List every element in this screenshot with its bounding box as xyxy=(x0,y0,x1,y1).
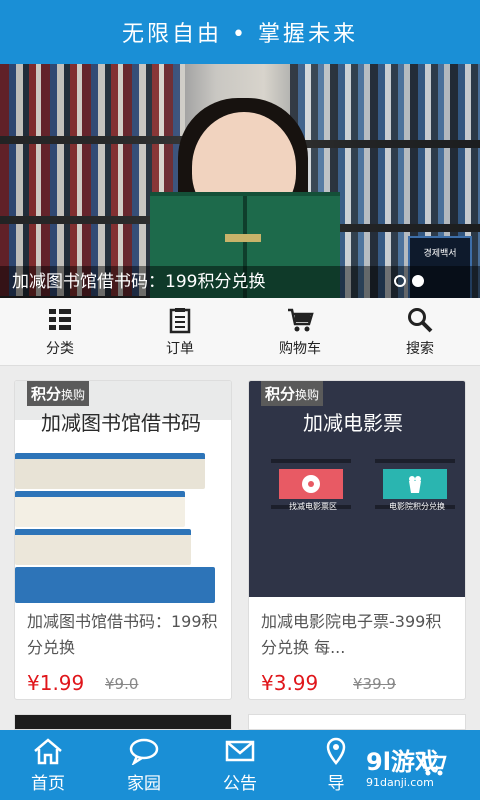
app-header: 无限自由 • 掌握未来 xyxy=(0,0,480,64)
product-image: 加减电影票 找减电影票区 电影院积分兑换 xyxy=(249,381,465,597)
tab-community[interactable]: 家园 xyxy=(96,730,192,800)
product-old-price: ¥9.0 xyxy=(105,675,139,693)
book-stack-layer xyxy=(15,491,185,527)
product-old-price: ¥39.9 xyxy=(353,675,396,693)
product-image: 加减图书馆借书码 xyxy=(15,381,231,603)
category-nav: 分类 订单 购物车 搜索 xyxy=(0,298,480,366)
badge-main: 积分 xyxy=(31,385,62,403)
chat-bubble-icon xyxy=(129,738,159,765)
nav-item-cart[interactable]: 购物车 xyxy=(240,298,360,365)
home-icon xyxy=(34,737,62,764)
book-gold-label xyxy=(225,234,261,242)
badge-sub: 换购 xyxy=(295,388,320,402)
header-title: 无限自由 • 掌握未来 xyxy=(122,22,358,47)
points-badge: 积分换购 xyxy=(261,381,324,406)
film-reel-icon xyxy=(279,469,343,499)
product-price: ¥1.99 xyxy=(27,671,85,695)
tab-home[interactable]: 首页 xyxy=(0,730,96,800)
tab-label: 公告 xyxy=(223,773,257,794)
pagination-dot-active[interactable] xyxy=(412,275,424,287)
grid-list-icon xyxy=(49,308,71,330)
korean-book-title: 경제백서 xyxy=(423,249,457,259)
badge-main: 积分 xyxy=(265,385,296,403)
product-price: ¥3.99 xyxy=(261,671,319,695)
clipboard-icon xyxy=(169,307,191,333)
tab-label: 家园 xyxy=(127,773,161,794)
nav-label: 分类 xyxy=(46,340,74,357)
product-card[interactable]: 加减图书馆借书码 积分换购 加减图书馆借书码：199积分兑换 ¥1.99 ¥9.… xyxy=(14,380,232,700)
points-badge: 积分换购 xyxy=(27,381,90,406)
product-card-peek[interactable] xyxy=(14,714,232,730)
image-title: 加减电影票 xyxy=(303,411,403,435)
tab-announcements[interactable]: 公告 xyxy=(192,730,288,800)
badge-sub: 换购 xyxy=(61,388,86,402)
promo-banner[interactable]: 경제백서 xyxy=(0,64,480,298)
pagination-dot[interactable] xyxy=(394,275,406,287)
nav-label: 搜索 xyxy=(406,340,434,357)
film-strip-right[interactable]: 电影院积分兑换 xyxy=(375,459,455,511)
nav-label: 订单 xyxy=(166,340,194,357)
nav-item-search[interactable]: 搜索 xyxy=(360,298,480,365)
tab-label: 首页 xyxy=(31,773,65,794)
nav-item-category[interactable]: 分类 xyxy=(0,298,120,365)
film-strip-left[interactable]: 找减电影票区 xyxy=(271,459,351,511)
book-stack-layer xyxy=(15,567,215,603)
nav-label: 购物车 xyxy=(279,340,321,357)
product-card[interactable]: 加减电影票 找减电影票区 电影院积分兑换 积分换购 加减电影院电子票-399积分… xyxy=(248,380,466,700)
envelope-icon xyxy=(225,740,255,761)
product-title: 加减电影院电子票-399积分兑换 每... xyxy=(261,612,442,657)
popcorn-icon xyxy=(383,469,447,499)
nav-item-orders[interactable]: 订单 xyxy=(120,298,240,365)
book-stack-layer xyxy=(15,529,191,565)
product-card-peek[interactable] xyxy=(248,714,466,730)
site-watermark: 9l游戏 91danji.com xyxy=(366,748,474,796)
location-pin-icon xyxy=(326,737,346,765)
cart-icon xyxy=(288,308,314,331)
film-label: 电影院积分兑换 xyxy=(389,502,445,511)
watermark-main: 9l游戏 xyxy=(366,748,439,776)
product-title: 加减图书馆借书码：199积分兑换 xyxy=(27,612,218,657)
book-stack-layer xyxy=(15,453,205,489)
film-label: 找减电影票区 xyxy=(289,502,337,511)
banner-caption-text: 加减图书馆借书码：199积分兑换 xyxy=(12,272,266,292)
tab-label: 导 xyxy=(327,773,345,794)
image-title: 加减图书馆借书码 xyxy=(41,411,201,435)
watermark-sub: 91danji.com xyxy=(366,776,434,789)
banner-pagination xyxy=(394,275,424,287)
search-icon xyxy=(408,307,433,332)
